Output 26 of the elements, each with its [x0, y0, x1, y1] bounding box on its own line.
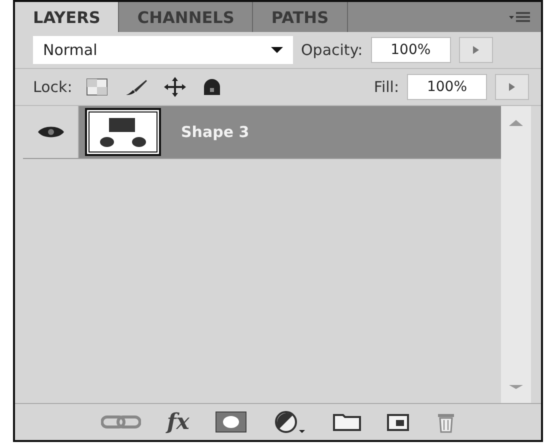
move-icon[interactable] [164, 77, 186, 97]
trash-icon[interactable] [437, 411, 456, 433]
triangle-icon [472, 46, 479, 54]
opacity-slider-button[interactable] [458, 37, 493, 63]
checkerboard-icon[interactable] [86, 78, 108, 96]
padlock-icon[interactable] [202, 78, 222, 96]
layer-style-button[interactable]: fx [166, 409, 190, 435]
lock-label: Lock: [33, 78, 72, 96]
layer-name: Shape 3 [181, 123, 250, 141]
fill-field[interactable]: 100% [407, 74, 487, 100]
caret-icon [271, 47, 283, 53]
panel-tab[interactable]: LAYERS [15, 2, 120, 32]
blend-mode-dropdown[interactable]: Normal [33, 36, 293, 64]
brush-icon[interactable] [124, 78, 148, 96]
opacity-label: Opacity: [301, 41, 363, 59]
eye-icon [36, 124, 64, 140]
folder-icon[interactable] [333, 413, 362, 431]
half-circle-icon[interactable] [273, 410, 308, 434]
new-layer-icon[interactable] [387, 412, 412, 432]
fill-label: Fill: [374, 78, 399, 96]
fill-slider-button[interactable] [495, 74, 529, 100]
triangle-icon [509, 83, 515, 91]
visibility-toggle[interactable] [23, 106, 79, 158]
panel-menu-icon[interactable] [509, 11, 531, 23]
opacity-field[interactable]: 100% [370, 37, 451, 63]
mask-icon[interactable] [215, 411, 248, 433]
